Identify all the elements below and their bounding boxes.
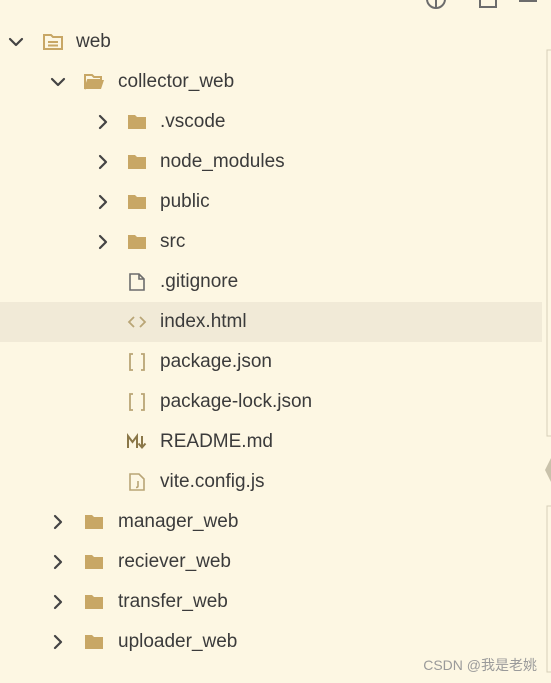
tree-item-package-json[interactable]: package.json	[0, 342, 542, 382]
tree-item-label: src	[160, 231, 186, 252]
tree-item-label: uploader_web	[118, 631, 238, 652]
tree-item-collector-web[interactable]: collector_web	[0, 62, 542, 102]
tree-item-vite-config-js[interactable]: vite.config.js	[0, 462, 542, 502]
chevron-right-icon[interactable]	[50, 634, 66, 650]
folder-icon	[85, 555, 103, 569]
folder-icon	[128, 115, 146, 129]
folder-icon	[128, 195, 146, 209]
tree-item-label: node_modules	[160, 151, 285, 172]
tree-item-label: package-lock.json	[160, 391, 313, 412]
tree-item-label: transfer_web	[118, 591, 228, 612]
tree-item-readme-md[interactable]: README.md	[0, 422, 542, 462]
menu-icon[interactable]	[517, 0, 539, 10]
collapse-icon[interactable]	[477, 0, 499, 10]
tree-item-label: manager_web	[118, 511, 239, 532]
code-brackets-icon	[127, 316, 147, 328]
tree-item-label: package.json	[160, 351, 272, 372]
watermark: CSDN @我是老姚	[423, 657, 537, 673]
chevron-down-icon[interactable]	[50, 74, 66, 90]
chevron-right-icon[interactable]	[95, 234, 111, 250]
folder-icon	[85, 595, 103, 609]
chevron-down-icon[interactable]	[8, 34, 24, 50]
tree-item-src[interactable]: src	[0, 222, 542, 262]
chevron-right-icon[interactable]	[50, 554, 66, 570]
tree-item-vscode[interactable]: .vscode	[0, 102, 542, 142]
json-brackets-icon	[129, 353, 145, 371]
chevron-right-icon[interactable]	[95, 194, 111, 210]
tree-item-label: collector_web	[118, 71, 235, 92]
file-icon	[129, 273, 145, 291]
chevron-right-icon[interactable]	[50, 594, 66, 610]
tree-item-label: .gitignore	[160, 271, 239, 292]
folder-icon	[85, 515, 103, 529]
tree-item-manager-web[interactable]: manager_web	[0, 502, 542, 542]
folder-icon	[128, 235, 146, 249]
json-brackets-icon	[129, 393, 145, 411]
tree-item-label: public	[160, 191, 210, 212]
folder-icon	[128, 155, 146, 169]
chevron-right-icon[interactable]	[95, 154, 111, 170]
tree-item-label: reciever_web	[118, 551, 231, 572]
tree-item-package-lock-json[interactable]: package-lock.json	[0, 382, 542, 422]
tree-item-label: .vscode	[160, 111, 226, 132]
markdown-icon	[127, 433, 147, 450]
tree-item-transfer-web[interactable]: transfer_web	[0, 582, 542, 622]
chevron-right-icon[interactable]	[95, 114, 111, 130]
tree-item-label: README.md	[160, 431, 273, 452]
js-file-icon	[129, 473, 145, 491]
tree-item-public[interactable]: public	[0, 182, 542, 222]
tree-item-node-modules[interactable]: node_modules	[0, 142, 542, 182]
tree-item-label: vite.config.js	[160, 471, 265, 492]
tree-item-label: index.html	[160, 311, 247, 332]
folder-open-icon	[43, 34, 63, 50]
tree-item-gitignore[interactable]: .gitignore	[0, 262, 542, 302]
target-icon[interactable]	[425, 0, 447, 10]
tree-item-reciever-web[interactable]: reciever_web	[0, 542, 542, 582]
tree-item-label: web	[76, 31, 111, 52]
folder-icon	[85, 635, 103, 649]
tree-item-web[interactable]: web	[0, 22, 542, 62]
scroll-rail	[545, 49, 551, 673]
explorer-toolbar	[411, 0, 551, 12]
chevron-right-icon[interactable]	[50, 514, 66, 530]
folder-open-icon	[84, 74, 104, 90]
tree-item-index-html[interactable]: index.html	[0, 302, 542, 342]
